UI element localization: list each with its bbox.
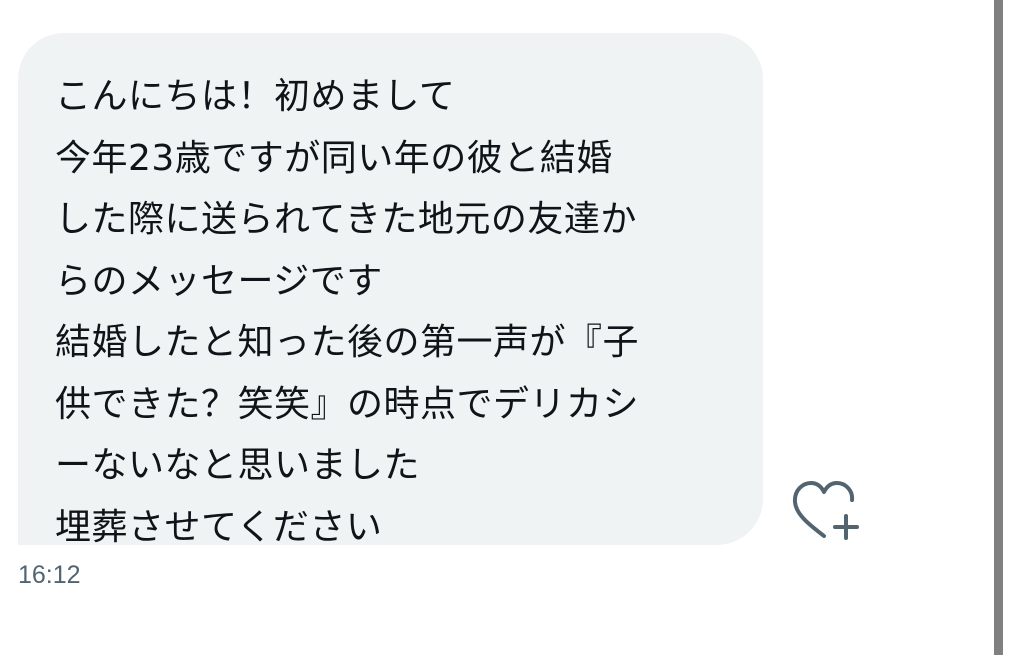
add-reaction-button[interactable]	[788, 478, 862, 544]
message-bubble[interactable]: こんにちは！初めまして 今年23歳ですが同い年の彼と結婚 した際に送られてきた地…	[18, 33, 763, 548]
scrollbar[interactable]	[994, 0, 1003, 655]
message-line: 今年23歳ですが同い年の彼と結婚	[55, 137, 613, 179]
message-line: こんにちは！初めまして	[55, 76, 456, 117]
message-line: した際に送られてきた地元の友達か	[55, 199, 637, 240]
message-line: 供できた？笑笑』の時点でデリカシ	[55, 383, 640, 425]
message-timestamp: 16:12	[18, 561, 81, 589]
message-line: らのメッセージです	[55, 260, 383, 302]
dm-conversation: こんにちは！初めまして 今年23歳ですが同い年の彼と結婚 した際に送られてきた地…	[0, 0, 1011, 655]
message-line: 結婚したと知った後の第一声が『子	[55, 322, 640, 363]
message-line: ーないなと思いました	[55, 445, 421, 486]
heart-plus-icon	[792, 481, 859, 540]
message-line: 埋葬させてください	[55, 506, 383, 548]
